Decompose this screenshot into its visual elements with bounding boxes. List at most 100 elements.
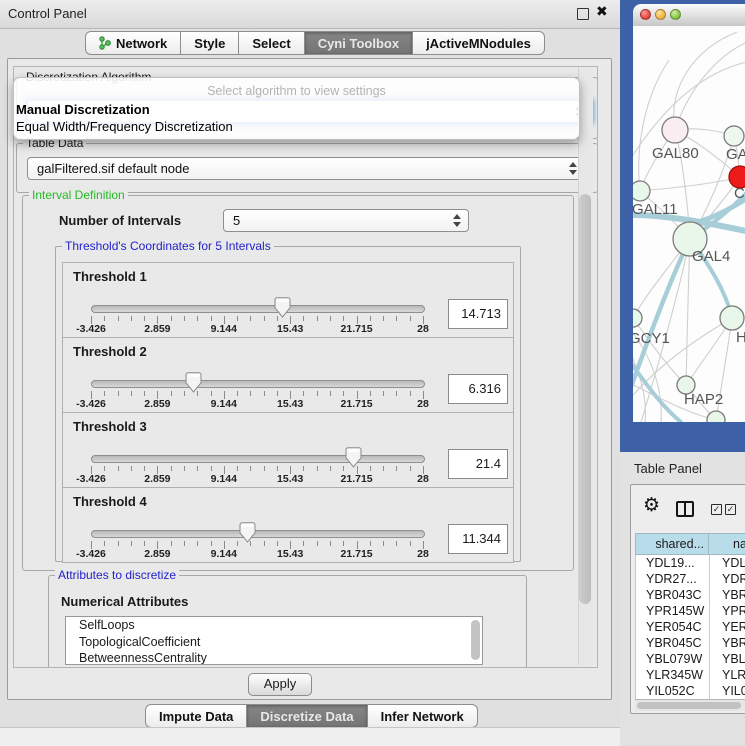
list-scrollbar[interactable] [471,620,480,660]
slider-tick [330,391,331,396]
slider-thumb[interactable] [185,372,202,393]
tab-cyni-toolbox[interactable]: Cyni Toolbox [304,31,413,55]
slider-track[interactable] [91,455,425,463]
attribute-list-item[interactable]: SelfLoops [66,617,482,634]
slider-tick [118,316,119,321]
cell-shared-name[interactable]: YLR345W [636,667,714,683]
tab-discretize-data[interactable]: Discretize Data [246,704,367,728]
tab-network[interactable]: Network [85,31,181,55]
table-row[interactable]: YLR345WYLR3 [636,667,745,683]
checkbox-icon[interactable]: ✓ [725,504,736,515]
slider-thumb[interactable] [239,522,256,543]
column-header[interactable]: na [708,533,745,555]
table-row[interactable]: YDR27...YDR2 [636,571,745,587]
tab-infer-network[interactable]: Infer Network [367,704,478,728]
column-header[interactable]: shared... [635,533,709,555]
horizontal-scrollbar-track[interactable] [635,699,745,711]
slider-tick [104,316,105,321]
slider-tick [131,316,132,321]
table-row[interactable]: YBR045CYBR0 [636,635,745,651]
horizontal-scrollbar-thumb[interactable] [637,702,741,709]
slider-tick [343,391,344,396]
network-node-gcy1[interactable] [633,309,642,327]
cell-shared-name[interactable]: YER054C [636,619,714,635]
minimize-traffic-light-icon[interactable] [655,9,666,20]
float-window-icon[interactable] [577,8,589,20]
table-row[interactable]: YPR145WYPR1 [636,603,745,619]
tab-select[interactable]: Select [238,31,304,55]
apply-button[interactable]: Apply [248,673,312,696]
network-edge[interactable] [686,239,690,385]
slider-tick [383,391,384,396]
popup-option[interactable]: Equal Width/Frequency Discretization [16,119,233,134]
table-row[interactable]: YER054CYER0 [636,619,745,635]
slider-tick [396,391,397,396]
cell-name[interactable]: YLR3 [714,667,745,683]
split-columns-icon[interactable] [676,501,694,517]
cell-name[interactable]: YBR0 [714,587,745,603]
threshold-value-field[interactable]: 11.344 [448,524,508,554]
cell-shared-name[interactable]: YBL079W [636,651,714,667]
cell-name[interactable]: YDR2 [714,571,745,587]
cell-name[interactable]: YDL1 [714,555,745,571]
slider-tick [171,541,172,546]
cell-shared-name[interactable]: YBR043C [636,587,714,603]
vertical-scrollbar-thumb[interactable] [579,194,591,604]
cell-name[interactable]: YIL0 [714,683,745,699]
threshold-value-field[interactable]: 6.316 [448,374,508,404]
cell-shared-name[interactable]: YDR27... [636,571,714,587]
network-node-h[interactable] [720,306,744,330]
slider-track[interactable] [91,380,425,388]
slider-thumb[interactable] [274,297,291,318]
cell-name[interactable]: YPR1 [714,603,745,619]
table-data-combobox[interactable]: galFiltered.sif default node [27,157,585,180]
attribute-list-item[interactable]: BetweennessCentrality [66,650,482,665]
number-of-intervals-combobox[interactable]: 5 [223,209,469,232]
network-node-label: H [736,329,745,346]
cell-name[interactable]: YBR0 [714,635,745,651]
table-row[interactable]: YBL079WYBL0 [636,651,745,667]
popup-hint-text: Select algorithm to view settings [14,84,579,98]
network-node-gal11[interactable] [633,181,650,201]
slider-thumb[interactable] [345,447,362,468]
close-traffic-light-icon[interactable] [640,9,651,20]
threshold-value-field[interactable]: 21.4 [448,449,508,479]
cell-shared-name[interactable]: YDL19... [636,555,714,571]
table-row[interactable]: YBR043CYBR0 [636,587,745,603]
cell-name[interactable]: YER0 [714,619,745,635]
cell-shared-name[interactable]: YPR145W [636,603,714,619]
popup-option[interactable]: Manual Discretization [16,102,150,117]
cell-shared-name[interactable]: YBR045C [636,635,714,651]
zoom-traffic-light-icon[interactable] [670,9,681,20]
threshold-value-field[interactable]: 14.713 [448,299,508,329]
network-node-gal80[interactable] [662,117,688,143]
tab-impute-data[interactable]: Impute Data [145,704,247,728]
network-view-canvas[interactable]: GAL80GACGAL11GAL4GCY1HHAP2 [633,26,745,422]
slider-tick [383,316,384,321]
table-data-combobox-value: galFiltered.sif default node [37,161,189,176]
network-edge[interactable] [674,32,737,130]
table-row[interactable]: YIL052CYIL0 [636,683,745,699]
slider-tick [410,466,411,471]
slider-tick-label: -3.426 [76,398,106,410]
slider-track[interactable] [91,305,425,313]
slider-tick [131,391,132,396]
cell-shared-name[interactable]: YIL052C [636,683,714,699]
tab-jactivemnodules[interactable]: jActiveMNodules [412,31,545,55]
close-icon[interactable]: ✖ [596,3,608,20]
slider-track[interactable] [91,530,425,538]
network-window-frame: GAL80GACGAL11GAL4GCY1HHAP2 [620,0,745,452]
threshold-label: Threshold 3 [73,419,147,434]
gear-icon[interactable]: ⚙ [643,496,660,515]
table-row[interactable]: YDL19...YDL1 [636,555,745,571]
network-edge[interactable] [640,177,740,191]
network-edge[interactable] [675,42,745,130]
checkbox-icon[interactable]: ✓ [711,504,722,515]
tab-style[interactable]: Style [180,31,239,55]
attribute-list-item[interactable]: TopologicalCoefficient [66,634,482,651]
network-node-ga[interactable] [724,126,744,146]
attributes-group: Attributes to discretize Numerical Attri… [48,575,527,668]
numerical-attributes-list[interactable]: SelfLoopsTopologicalCoefficientBetweenne… [65,616,483,665]
cell-name[interactable]: YBL0 [714,651,745,667]
slider-tick [317,541,318,546]
